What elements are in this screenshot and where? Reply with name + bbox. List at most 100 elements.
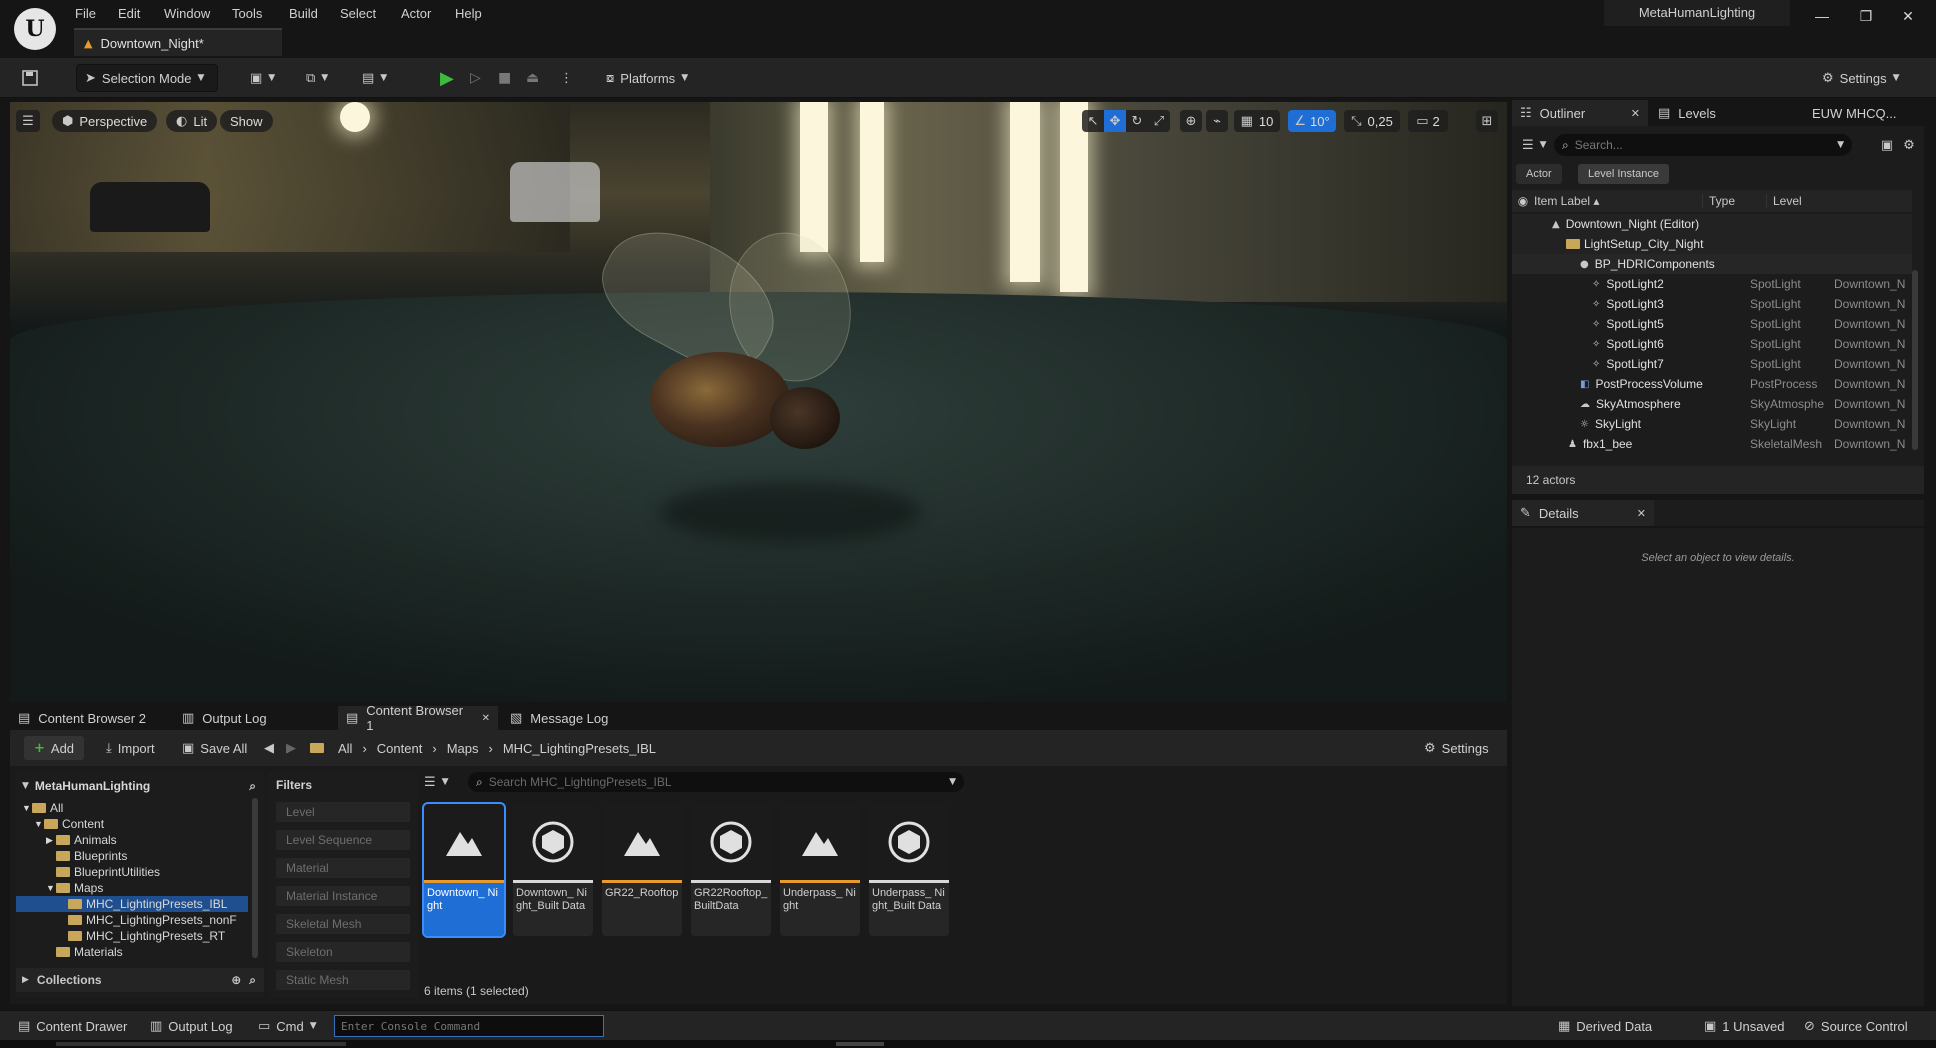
collections-header[interactable]: ▶ Collections ⊕ ⌕ [16,968,264,992]
close-button[interactable]: ✕ [1888,4,1928,28]
tab-details[interactable]: ✎ Details ✕ [1512,500,1654,526]
asset-tile[interactable]: GR22_Rooftop [602,804,682,936]
tree-item[interactable]: Materials [16,944,248,960]
outliner-row[interactable]: ✧ SpotLight5 SpotLight Downtown_N [1512,314,1912,334]
translate-tool[interactable]: ✥ [1104,110,1126,132]
cmd-dropdown[interactable]: ▭ Cmd ▼ [258,1015,317,1037]
tab-outliner[interactable]: ☷ Outliner ✕ [1512,100,1648,126]
asset-tile[interactable]: GR22Rooftop_ BuiltData [691,804,771,936]
tree-scrollbar[interactable] [252,798,258,958]
close-icon[interactable]: ✕ [1631,107,1640,120]
menu-window[interactable]: Window [164,4,210,24]
menu-build[interactable]: Build [289,4,318,24]
tab-levels[interactable]: ▤ Levels [1650,100,1724,126]
eye-icon[interactable]: ◉ [1512,194,1534,208]
settings-dropdown[interactable]: ⚙ Settings ▼ [1822,64,1900,92]
asset-tile[interactable]: Underpass_ Night [780,804,860,936]
history-back-button[interactable]: ◀ [264,736,274,760]
col-type[interactable]: Type [1702,194,1735,208]
restore-button[interactable]: ❐ [1846,4,1886,28]
tab-euw[interactable]: EUW MHCQ... [1804,100,1905,126]
tree-item[interactable]: ▼ Maps [16,880,248,896]
outliner-row[interactable]: ☼ SkyLight SkyLight Downtown_N [1512,414,1912,434]
asset-tile[interactable]: Underpass_ Night_Built Data [869,804,949,936]
stop-button[interactable]: ■ [498,64,511,92]
add-actor-button[interactable]: ▣ ▼ [250,64,275,92]
sources-header[interactable]: ▼ MetaHumanLighting ⌕ [16,776,264,796]
tab-content-browser-1[interactable]: ▤ Content Browser 1 ✕ [338,703,498,733]
search-icon[interactable]: ⌕ [249,779,256,794]
menu-file[interactable]: File [75,4,96,24]
minimize-button[interactable]: — [1802,4,1842,28]
filter-actor[interactable]: Actor [1516,164,1562,184]
tab-output-log[interactable]: ▥ Output Log [174,706,275,730]
source-control-button[interactable]: ⊘ Source Control [1804,1015,1908,1037]
level-viewport[interactable]: ☰ ⬢ Perspective ◐ Lit Show ↖ ✥ ↻ ⤢ ⊕ ⌁ ▦… [10,102,1507,702]
blueprint-button[interactable]: ⧉ ▼ [306,64,328,92]
tree-item[interactable]: ▼ All [16,800,248,816]
search-icon[interactable]: ⌕ [249,973,256,988]
filter-skeletal-mesh[interactable]: Skeletal Mesh [276,914,410,934]
console-command-input[interactable] [334,1015,604,1037]
save-icon[interactable] [22,64,46,92]
world-local-toggle[interactable]: ⊕ [1180,110,1202,132]
tree-item[interactable]: MHC_LightingPresets_RT [16,928,248,944]
outliner-filter-button[interactable]: ☰ ▼ [1522,134,1547,156]
output-log-button[interactable]: ▥ Output Log [150,1015,233,1037]
outliner-row[interactable]: ● BP_HDRIComponents [1512,254,1912,274]
save-all-button[interactable]: ▣ Save All [182,736,247,760]
outliner-row[interactable]: ✧ SpotLight7 SpotLight Downtown_N [1512,354,1912,374]
selection-mode-dropdown[interactable]: ➤ Selection Mode ▼ [76,64,218,92]
surface-snap-toggle[interactable]: ⌁ [1206,110,1228,132]
tree-item[interactable]: ▼ Content [16,816,248,832]
add-button[interactable]: + Add [24,736,85,760]
scroll-thumb[interactable] [56,1042,346,1046]
outliner-row[interactable]: ♟ fbx1_bee SkeletalMesh Downtown_N [1512,434,1912,454]
outliner-row[interactable]: ✧ SpotLight6 SpotLight Downtown_N [1512,334,1912,354]
breadcrumb-item[interactable]: Maps [447,741,479,756]
document-tab[interactable]: ▲ Downtown_Night* [74,28,282,56]
scroll-thumb[interactable] [836,1042,884,1046]
select-tool[interactable]: ↖ [1082,110,1104,132]
content-browser-settings-button[interactable]: ⚙ Settings [1424,736,1489,760]
eject-button[interactable]: ⏏ [526,64,539,92]
asset-search-input[interactable]: ⌕ Search MHC_LightingPresets_IBL ▼ [468,772,964,792]
asset-tile[interactable]: Downtown_ Night_Built Data [513,804,593,936]
platforms-dropdown[interactable]: ⧇ Platforms ▼ [606,64,688,92]
close-icon[interactable]: ✕ [482,713,490,724]
breadcrumb-item[interactable]: All [338,741,352,756]
breadcrumb-item[interactable]: MHC_LightingPresets_IBL [503,741,656,756]
import-button[interactable]: ⤓ Import [106,736,155,760]
tree-item-selected[interactable]: MHC_LightingPresets_IBL [16,896,248,912]
tree-item[interactable]: BlueprintUtilities [16,864,248,880]
step-button[interactable]: ▷ [470,64,481,92]
menu-tools[interactable]: Tools [232,4,262,24]
rotation-snap-button[interactable]: ∠ 10° [1288,110,1336,132]
filter-static-mesh[interactable]: Static Mesh [276,970,410,990]
menu-select[interactable]: Select [340,4,376,24]
filter-level-instance[interactable]: Level Instance [1578,164,1669,184]
viewport-layout-button[interactable]: ⊞ [1476,110,1498,132]
asset-tile[interactable]: Downtown_ Night [422,802,506,938]
more-options-button[interactable]: ⋮ [560,64,573,92]
viewport-menu-button[interactable]: ☰ [16,110,40,132]
content-drawer-button[interactable]: ▤ Content Drawer [18,1015,127,1037]
scale-tool[interactable]: ⤢ [1148,110,1170,132]
tab-message-log[interactable]: ▧ Message Log [502,706,616,730]
col-item-label[interactable]: Item Label ▴ [1534,194,1599,208]
col-level[interactable]: Level [1766,194,1802,208]
menu-actor[interactable]: Actor [401,4,431,24]
cinematics-button[interactable]: ▤ ▼ [362,64,387,92]
camera-speed-button[interactable]: ▭ 2 [1408,110,1448,132]
outliner-row[interactable]: LightSetup_City_Night [1512,234,1912,254]
lit-button[interactable]: ◐ Lit [166,110,218,132]
outliner-row[interactable]: ☁ SkyAtmosphere SkyAtmosphe Downtown_N [1512,394,1912,414]
rotate-tool[interactable]: ↻ [1126,110,1148,132]
breadcrumb-item[interactable]: Content [377,741,423,756]
add-collection-icon[interactable]: ⊕ [231,973,241,987]
scale-snap-button[interactable]: ⤡ 0,25 [1344,110,1400,132]
outliner-row[interactable]: ✧ SpotLight3 SpotLight Downtown_N [1512,294,1912,314]
outliner-row[interactable]: ▲ Downtown_Night (Editor) [1512,214,1912,234]
asset-filter-button[interactable]: ☰ ▼ [424,772,449,792]
menu-edit[interactable]: Edit [118,4,140,24]
